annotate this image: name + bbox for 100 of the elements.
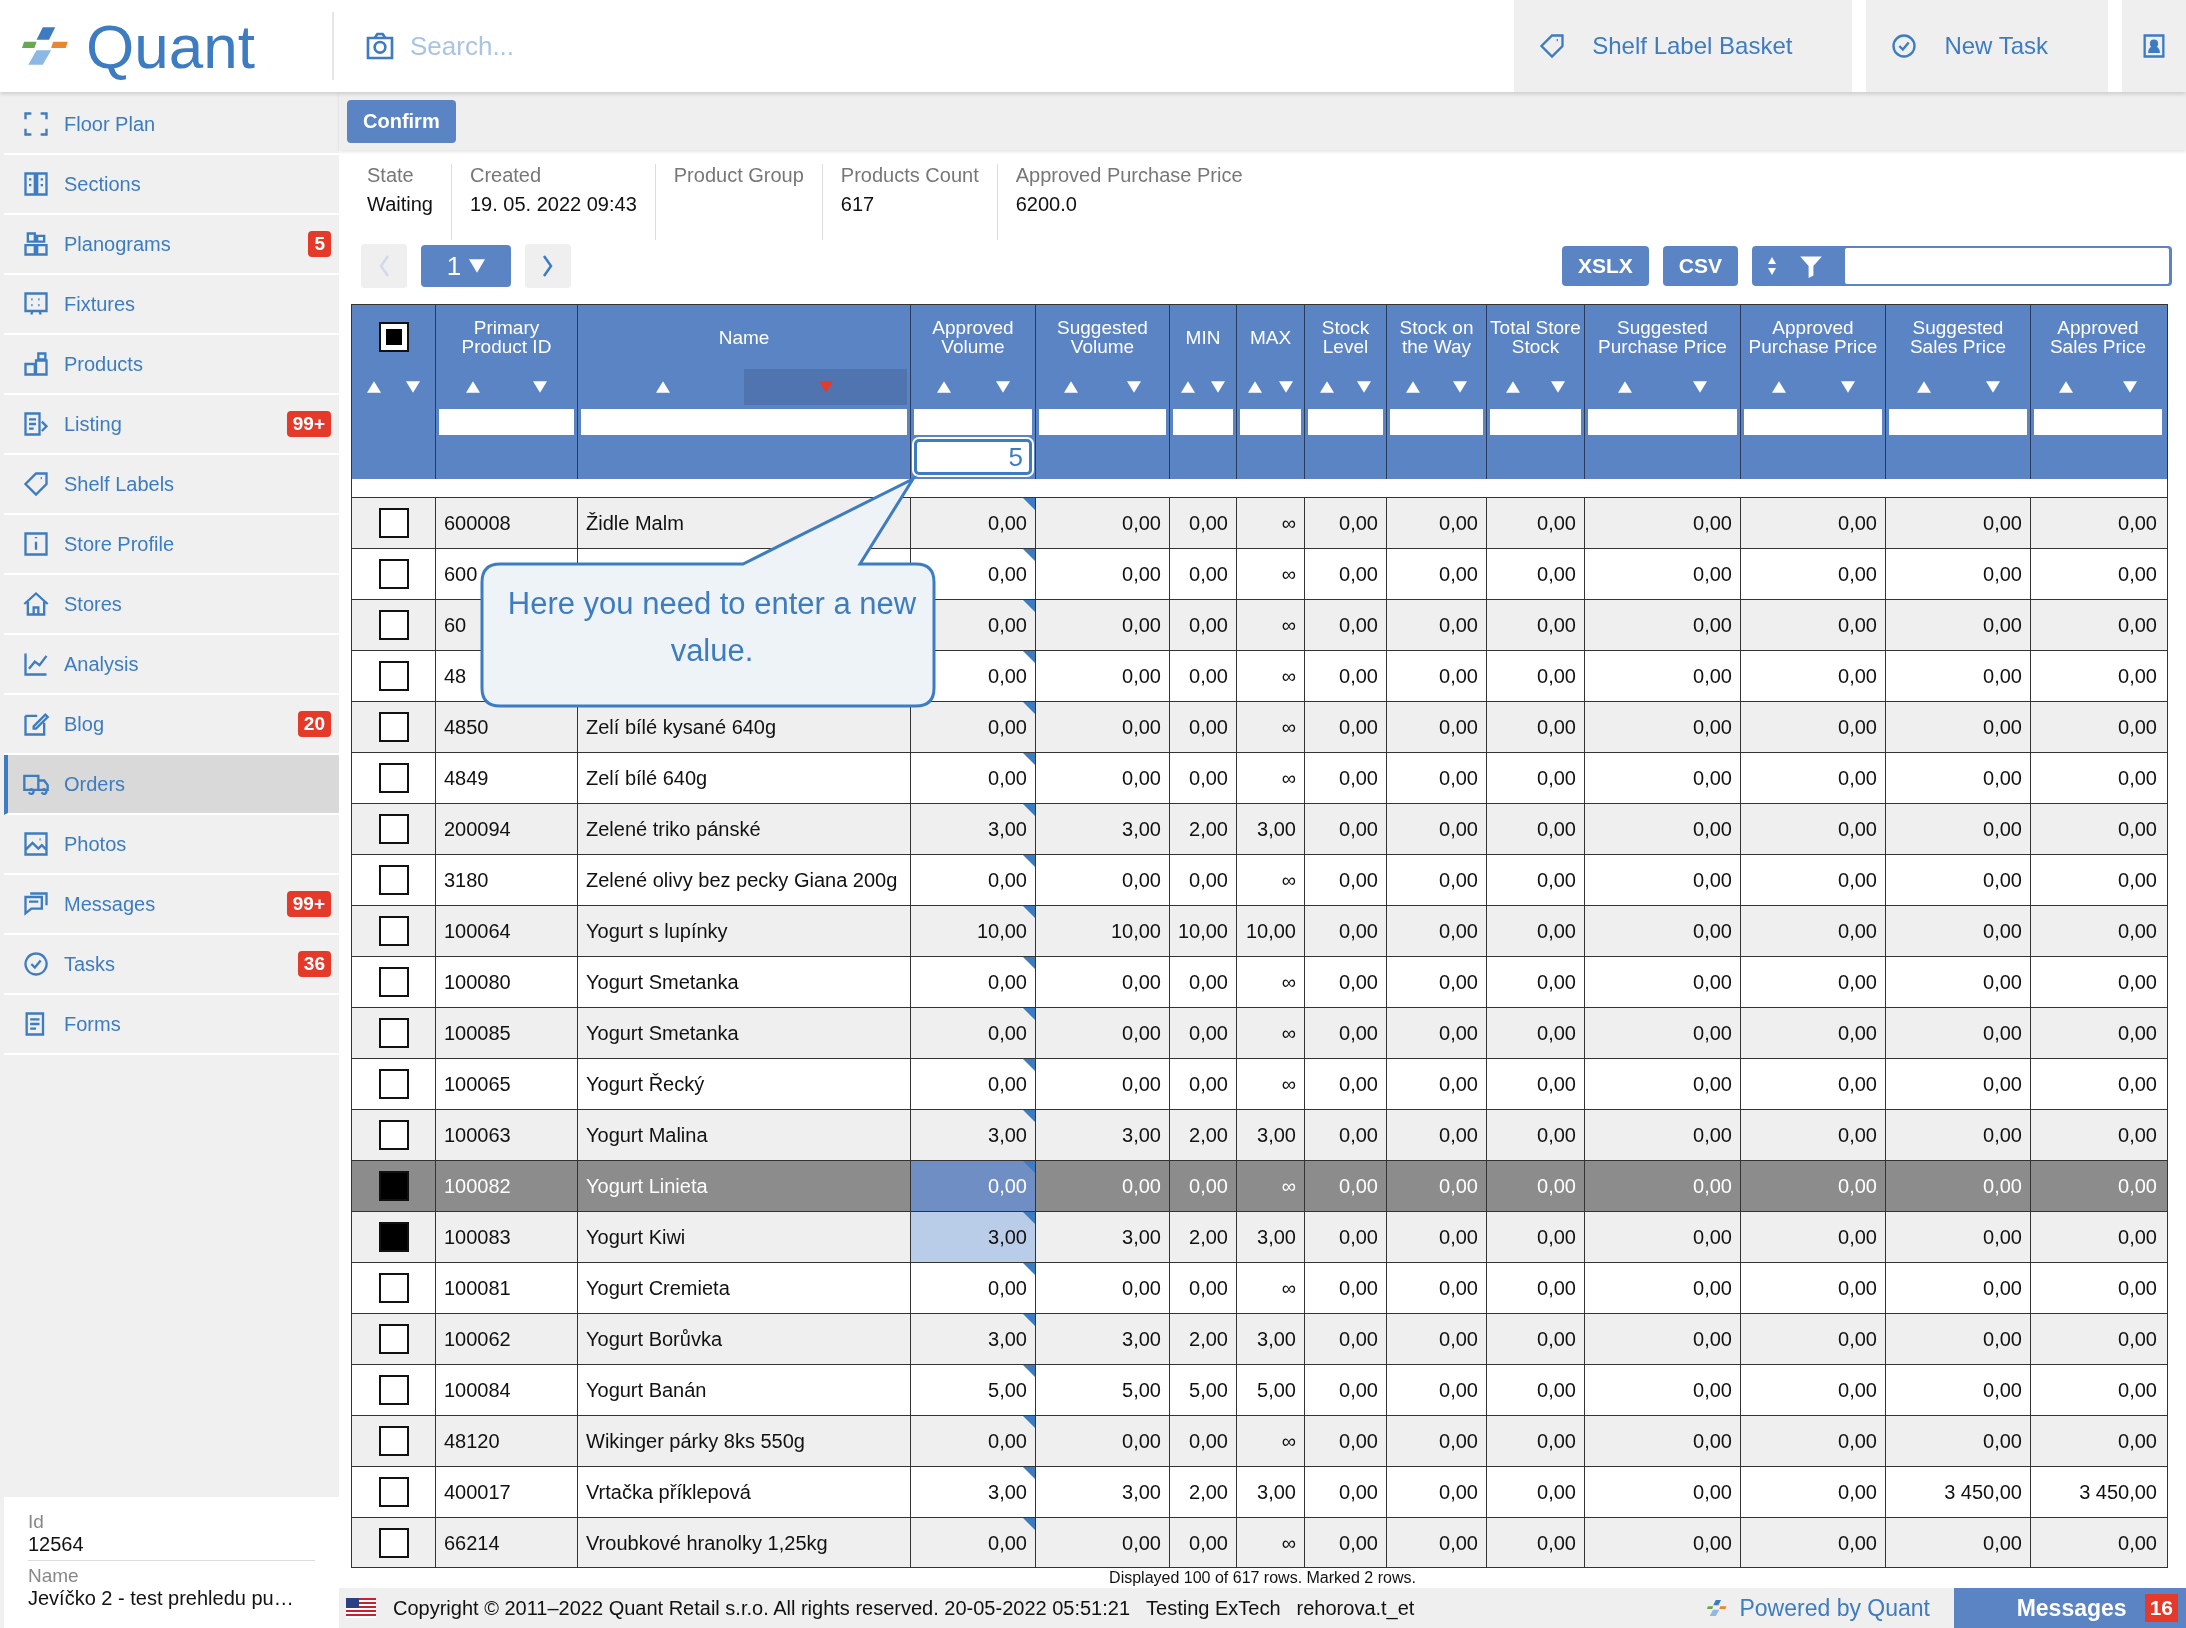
export-button[interactable]: CSV: [1662, 246, 1738, 286]
column-filter-field[interactable]: [581, 409, 907, 435]
row-checkbox[interactable]: [378, 1273, 409, 1303]
row-checkbox[interactable]: [378, 1477, 409, 1507]
table-row[interactable]: 100080 Yogurt Smetanka 0,00 0,00 0,00 ∞ 0,00 0,00 0,00 0,00 0,00 0,00 0,00: [352, 956, 2167, 1007]
confirm-button[interactable]: Confirm: [347, 99, 456, 143]
table-row[interactable]: 100064 Yogurt s lupínky 10,00 10,00 10,00 10,00 0,00 0,00 0,00 0,00 0,00 0,00 0,00: [352, 905, 2167, 956]
sort-down-icon[interactable]: [1357, 381, 1372, 393]
table-row[interactable]: 4850 Zelí bílé kysané 640g 0,00 0,00 0,00 ∞ 0,00 0,00 0,00 0,00 0,00 0,00 0,00: [352, 701, 2167, 752]
row-checkbox[interactable]: [378, 559, 409, 589]
table-row[interactable]: 100083 Yogurt Kiwi 3,00 3,00 2,00 3,00 0,00 0,00 0,00 0,00 0,00 0,00 0,00: [352, 1211, 2167, 1262]
row-checkbox[interactable]: [378, 1069, 409, 1099]
column-header[interactable]: Approved Sales Price: [2034, 318, 2162, 356]
row-checkbox[interactable]: [378, 763, 409, 793]
sidebar-item[interactable]: Analysis: [4, 635, 339, 695]
table-row[interactable]: 200094 Zelené triko pánské 3,00 3,00 2,00 3,00 0,00 0,00 0,00 0,00 0,00 0,00 0,00: [352, 803, 2167, 854]
column-filter-field[interactable]: [1744, 409, 1882, 435]
row-checkbox[interactable]: [378, 1120, 409, 1150]
row-checkbox[interactable]: [378, 916, 409, 946]
sidebar-item[interactable]: Stores: [4, 575, 339, 635]
column-filter-field[interactable]: [1889, 409, 2027, 435]
sort-up-icon[interactable]: [1505, 381, 1520, 393]
column-header[interactable]: Approved Volume: [914, 318, 1032, 356]
sort-up-icon[interactable]: [1618, 381, 1633, 393]
sort-down-icon[interactable]: [995, 381, 1010, 393]
page-select[interactable]: 1: [421, 245, 511, 287]
powered-by-link[interactable]: Powered by Quant: [1739, 1594, 1930, 1622]
column-header[interactable]: Suggested Sales Price: [1889, 318, 2027, 356]
sort-down-icon[interactable]: [405, 381, 420, 393]
row-checkbox[interactable]: [378, 1528, 409, 1558]
camera-icon[interactable]: [364, 30, 396, 62]
table-row[interactable]: 100065 Yogurt Řecký 0,00 0,00 0,00 ∞ 0,00 0,00 0,00 0,00 0,00 0,00 0,00: [352, 1058, 2167, 1109]
column-header[interactable]: Stock on the Way: [1390, 318, 1483, 356]
table-row[interactable]: 100084 Yogurt Banán 5,00 5,00 5,00 5,00 0,00 0,00 0,00 0,00 0,00 0,00 0,00: [352, 1364, 2167, 1415]
row-checkbox[interactable]: [378, 1426, 409, 1456]
sidebar-item[interactable]: Planograms 5: [4, 215, 339, 275]
sorted-column-marker[interactable]: [744, 369, 907, 405]
column-filter-field[interactable]: [1039, 409, 1166, 435]
sort-up-icon[interactable]: [1319, 381, 1334, 393]
sort-down-icon[interactable]: [1551, 381, 1566, 393]
profile-button[interactable]: [2122, 0, 2186, 92]
sort-down-icon[interactable]: [533, 381, 548, 393]
column-header[interactable]: Stock Level: [1308, 318, 1383, 356]
sort-down-icon[interactable]: [1211, 381, 1225, 393]
select-all-checkbox[interactable]: [378, 322, 409, 352]
sidebar-item[interactable]: Tasks 36: [4, 935, 339, 995]
sort-up-icon[interactable]: [1771, 381, 1786, 393]
header-action-button[interactable]: Shelf Label Basket: [1514, 0, 1853, 92]
row-checkbox[interactable]: [378, 1222, 409, 1252]
sort-up-icon[interactable]: [1406, 381, 1421, 393]
table-row[interactable]: 400017 Vrtačka příklepová 3,00 3,00 2,00 3,00 0,00 0,00 0,00 0,00 0,00 3 450,00 3 450,00: [352, 1466, 2167, 1517]
sidebar-item[interactable]: Messages 99+: [4, 875, 339, 935]
sidebar-item[interactable]: Shelf Labels: [4, 455, 339, 515]
sort-up-icon[interactable]: [1181, 381, 1195, 393]
table-row[interactable]: 3180 Zelené olivy bez pecky Giana 200g 0,00 0,00 0,00 ∞ 0,00 0,00 0,00 0,00 0,00 0,00 0,00: [352, 854, 2167, 905]
row-checkbox[interactable]: [378, 1171, 409, 1201]
column-filter-field[interactable]: [914, 409, 1032, 435]
row-checkbox[interactable]: [378, 1324, 409, 1354]
next-page-button[interactable]: [525, 244, 571, 288]
column-filter-field[interactable]: [1240, 409, 1301, 435]
row-checkbox[interactable]: [378, 1375, 409, 1405]
column-header[interactable]: Name: [718, 327, 770, 347]
column-filter-field[interactable]: [2034, 409, 2162, 435]
column-header[interactable]: Suggested Purchase Price: [1588, 318, 1737, 356]
column-filter-field[interactable]: [1588, 409, 1737, 435]
value-input[interactable]: 5: [914, 439, 1032, 475]
sidebar-item[interactable]: Fixtures: [4, 275, 339, 335]
column-header[interactable]: Approved Purchase Price: [1744, 318, 1882, 356]
table-row[interactable]: 66214 Vroubkové hranolky 1,25kg 0,00 0,00 0,00 ∞ 0,00 0,00 0,00 0,00 0,00 0,00 0,00: [352, 1517, 2167, 1567]
header-action-button[interactable]: New Task: [1866, 0, 2108, 92]
sidebar-item[interactable]: Products: [4, 335, 339, 395]
row-checkbox[interactable]: [378, 661, 409, 691]
sort-down-icon[interactable]: [1840, 381, 1855, 393]
table-row[interactable]: 100082 Yogurt Linieta 0,00 0,00 0,00 ∞ 0,00 0,00 0,00 0,00 0,00 0,00 0,00: [352, 1160, 2167, 1211]
table-row[interactable]: 100085 Yogurt Smetanka 0,00 0,00 0,00 ∞ 0,00 0,00 0,00 0,00 0,00 0,00 0,00: [352, 1007, 2167, 1058]
sort-up-icon[interactable]: [465, 381, 480, 393]
sidebar-item[interactable]: Listing 99+: [4, 395, 339, 455]
sidebar-item[interactable]: Orders: [4, 755, 339, 815]
sidebar-item[interactable]: Store Profile: [4, 515, 339, 575]
column-header[interactable]: MAX: [1249, 327, 1292, 347]
sort-down-icon[interactable]: [1452, 381, 1467, 393]
messages-button[interactable]: Messages 16: [1954, 1588, 2186, 1628]
table-row[interactable]: 600008 Židle Malm 0,00 0,00 0,00 ∞ 0,00 0,00 0,00 0,00 0,00 0,00 0,00: [352, 497, 2167, 548]
row-checkbox[interactable]: [378, 865, 409, 895]
sidebar-item[interactable]: Photos: [4, 815, 339, 875]
row-checkbox[interactable]: [378, 967, 409, 997]
sort-down-icon[interactable]: [2123, 381, 2137, 393]
sort-down-icon[interactable]: [1692, 381, 1707, 393]
row-checkbox[interactable]: [378, 508, 409, 538]
sidebar-item[interactable]: Forms: [4, 995, 339, 1055]
column-header[interactable]: Suggested Volume: [1039, 318, 1166, 356]
sort-up-icon[interactable]: [367, 381, 382, 393]
sort-up-icon[interactable]: [936, 381, 951, 393]
table-row[interactable]: 100081 Yogurt Cremieta 0,00 0,00 0,00 ∞ 0,00 0,00 0,00 0,00 0,00 0,00 0,00: [352, 1262, 2167, 1313]
sort-up-icon[interactable]: [2059, 381, 2073, 393]
column-filter-field[interactable]: [1308, 409, 1383, 435]
export-button[interactable]: XSLX: [1561, 246, 1649, 286]
table-row[interactable]: 100063 Yogurt Malina 3,00 3,00 2,00 3,00 0,00 0,00 0,00 0,00 0,00 0,00 0,00: [352, 1109, 2167, 1160]
sidebar-item[interactable]: Sections: [4, 155, 339, 215]
column-header[interactable]: Primary Product ID: [439, 318, 574, 356]
